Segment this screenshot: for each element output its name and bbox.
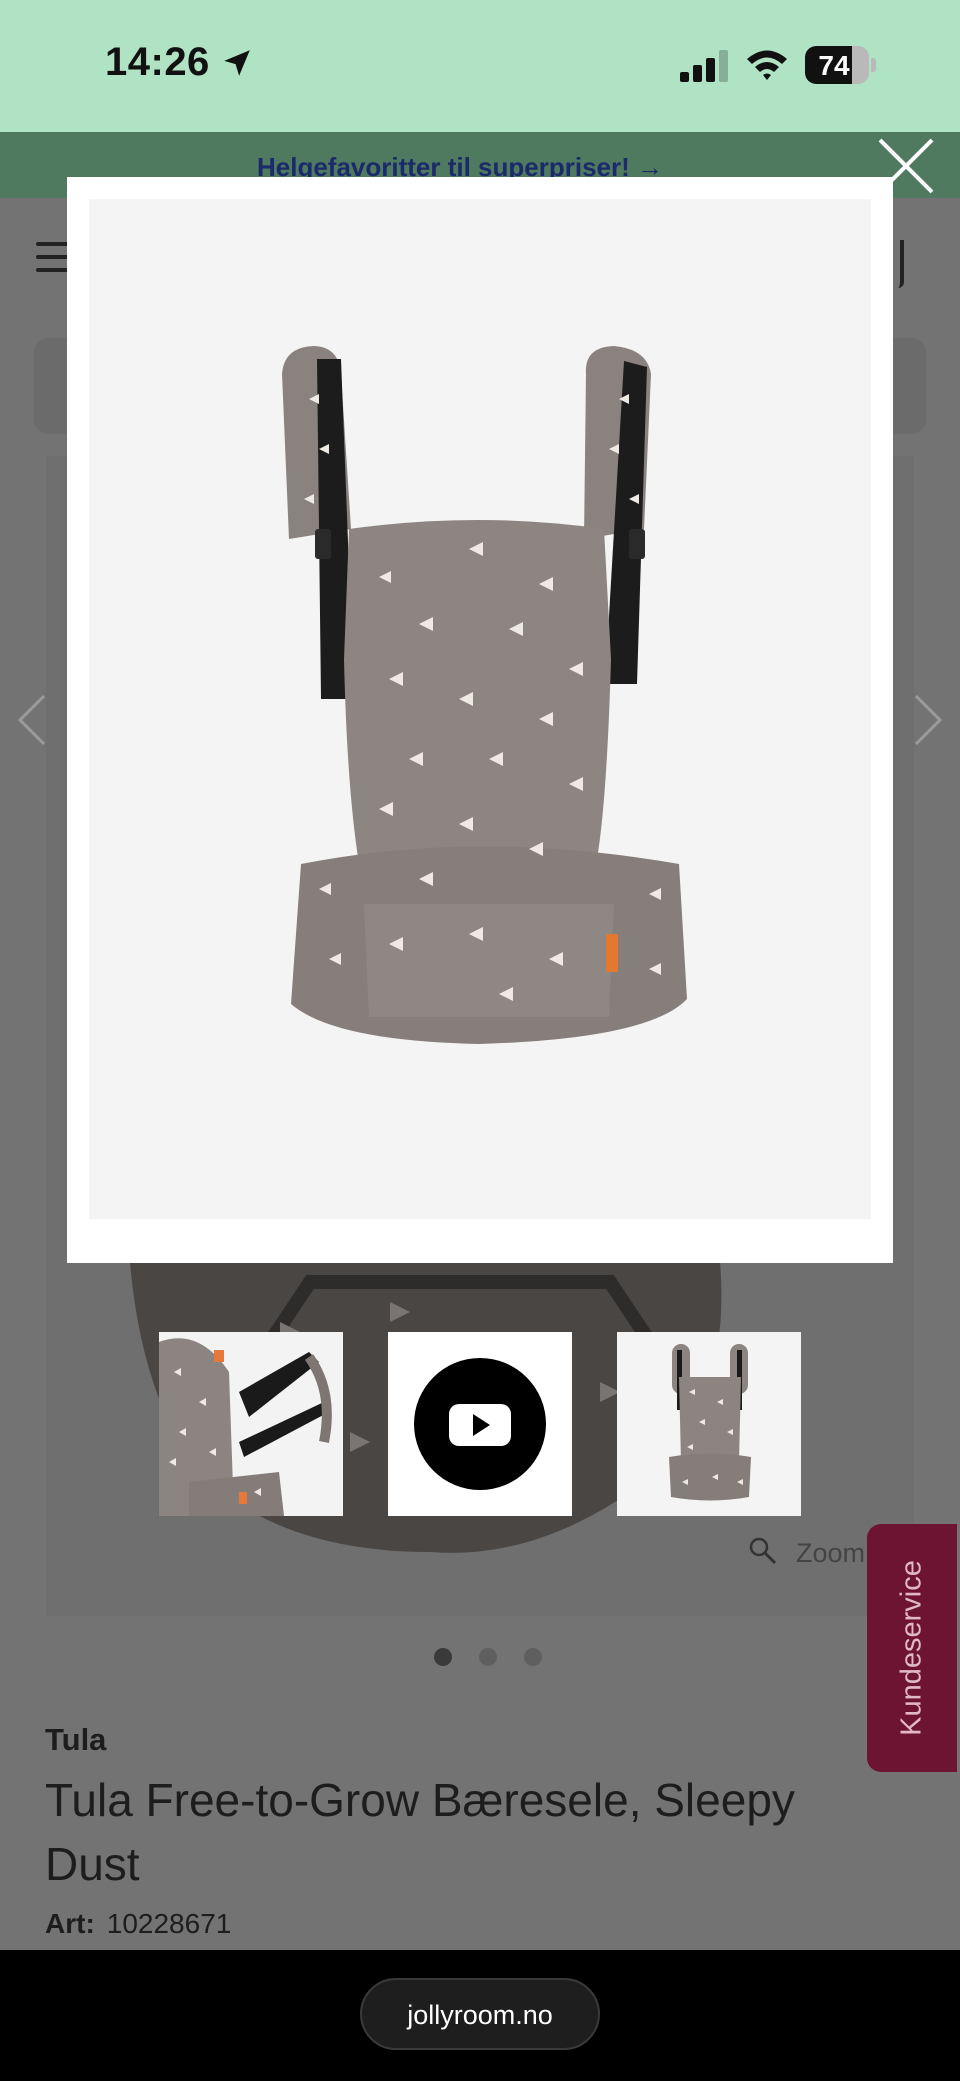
pagination-dot[interactable] bbox=[479, 1648, 497, 1666]
zoom-label: Zoom bbox=[796, 1538, 866, 1568]
baby-carrier-image bbox=[89, 199, 871, 1219]
close-icon[interactable] bbox=[872, 132, 940, 200]
carrier-side-thumbnail bbox=[159, 1332, 343, 1516]
carrier-front-thumbnail bbox=[617, 1332, 801, 1516]
screen: 14:26 74 Helgefavoritter til superpriser… bbox=[0, 0, 960, 2081]
battery-body: 74 bbox=[805, 46, 869, 84]
lightbox-image bbox=[89, 199, 871, 1219]
status-time: 14:26 bbox=[105, 40, 210, 84]
address-bar[interactable]: jollyroom.no bbox=[360, 1978, 600, 2050]
magnifier-icon bbox=[749, 1537, 777, 1565]
thumbnail-front-view[interactable] bbox=[617, 1332, 801, 1516]
location-arrow-icon bbox=[224, 50, 250, 76]
battery-indicator: 74 bbox=[805, 46, 876, 84]
battery-cap bbox=[871, 58, 876, 72]
product-brand[interactable]: Tula bbox=[45, 1722, 106, 1758]
kundeservice-button[interactable]: Kundeservice bbox=[867, 1524, 957, 1772]
cellular-signal-icon bbox=[680, 50, 728, 82]
article-number-value: 10228671 bbox=[106, 1908, 232, 1939]
gallery-pagination bbox=[434, 1648, 554, 1668]
pagination-dot[interactable] bbox=[434, 1648, 452, 1666]
article-number-line: Art: 10228671 bbox=[45, 1908, 231, 1940]
pagination-dot[interactable] bbox=[524, 1648, 542, 1666]
kundeservice-label: Kundeservice bbox=[895, 1560, 928, 1736]
address-bar-url: jollyroom.no bbox=[407, 2000, 553, 2030]
status-bar: 14:26 74 bbox=[0, 0, 960, 132]
article-number-label: Art: bbox=[45, 1908, 95, 1939]
thumbnail-strip bbox=[159, 1332, 801, 1516]
thumbnail-video[interactable] bbox=[388, 1332, 572, 1516]
image-lightbox bbox=[67, 177, 893, 1263]
product-title: Tula Free-to-Grow Bæresele, Sleepy Dust bbox=[45, 1774, 795, 1890]
youtube-icon bbox=[414, 1358, 546, 1490]
play-icon bbox=[473, 1414, 490, 1436]
battery-level: 74 bbox=[818, 50, 850, 81]
chevron-right-icon[interactable] bbox=[908, 690, 948, 750]
wifi-icon bbox=[747, 50, 787, 80]
thumbnail-side-view[interactable] bbox=[159, 1332, 343, 1516]
browser-toolbar: jollyroom.no bbox=[0, 1950, 960, 2081]
chevron-left-icon[interactable] bbox=[12, 690, 52, 750]
